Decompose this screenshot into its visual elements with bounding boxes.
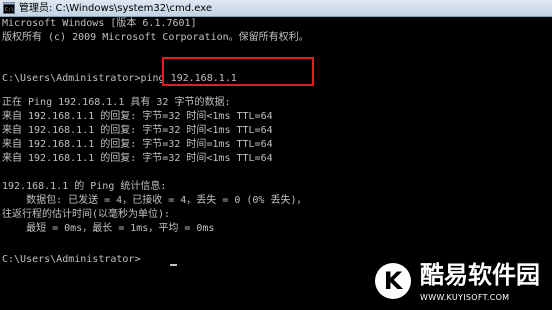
site-watermark: K 酷易软件园 WWW.KUYISOFT.COM [374,260,548,306]
kuyisoft-logo-icon: K [375,263,411,299]
console-line: 往返行程的估计时间(以毫秒为单位): [2,209,171,220]
console-line: 最短 = 0ms，最长 = 1ms，平均 = 0ms [2,223,215,234]
console-line: 数据包: 已发送 = 4，已接收 = 4，丢失 = 0 (0% 丢失)， [2,195,307,206]
console-line: Microsoft Windows [版本 6.1.7601] [2,18,197,29]
console-line: 来自 192.168.1.1 的回复: 字节=32 时间=1ms TTL=64 [2,139,273,150]
cmd-window: C:\ 管理员: C:\Windows\system32\cmd.exe Mic… [0,0,552,310]
console-line: 来自 192.168.1.1 的回复: 字节=32 时间<1ms TTL=64 [2,111,273,122]
prompt-line: C:\Users\Administrator> [2,254,141,265]
console-line: 来自 192.168.1.1 的回复: 字节=32 时间<1ms TTL=64 [2,153,273,164]
text-cursor [170,264,177,266]
title-bar[interactable]: C:\ 管理员: C:\Windows\system32\cmd.exe [0,0,552,17]
svg-text:K: K [384,267,404,295]
command-highlight-box [162,57,314,86]
watermark-name: 酷易软件园 [420,261,540,289]
console-line: 正在 Ping 192.168.1.1 具有 32 字节的数据: [2,97,231,108]
cmd-icon: C:\ [3,2,15,14]
console-line: 来自 192.168.1.1 的回复: 字节=32 时间<1ms TTL=64 [2,125,273,136]
window-title: 管理员: C:\Windows\system32\cmd.exe [19,3,213,14]
svg-text:C:\: C:\ [5,7,14,13]
watermark-url: WWW.KUYISOFT.COM [420,293,510,302]
console-line: 192.168.1.1 的 Ping 统计信息: [2,181,167,192]
console-line: 版权所有 (c) 2009 Microsoft Corporation。保留所有… [2,32,309,43]
